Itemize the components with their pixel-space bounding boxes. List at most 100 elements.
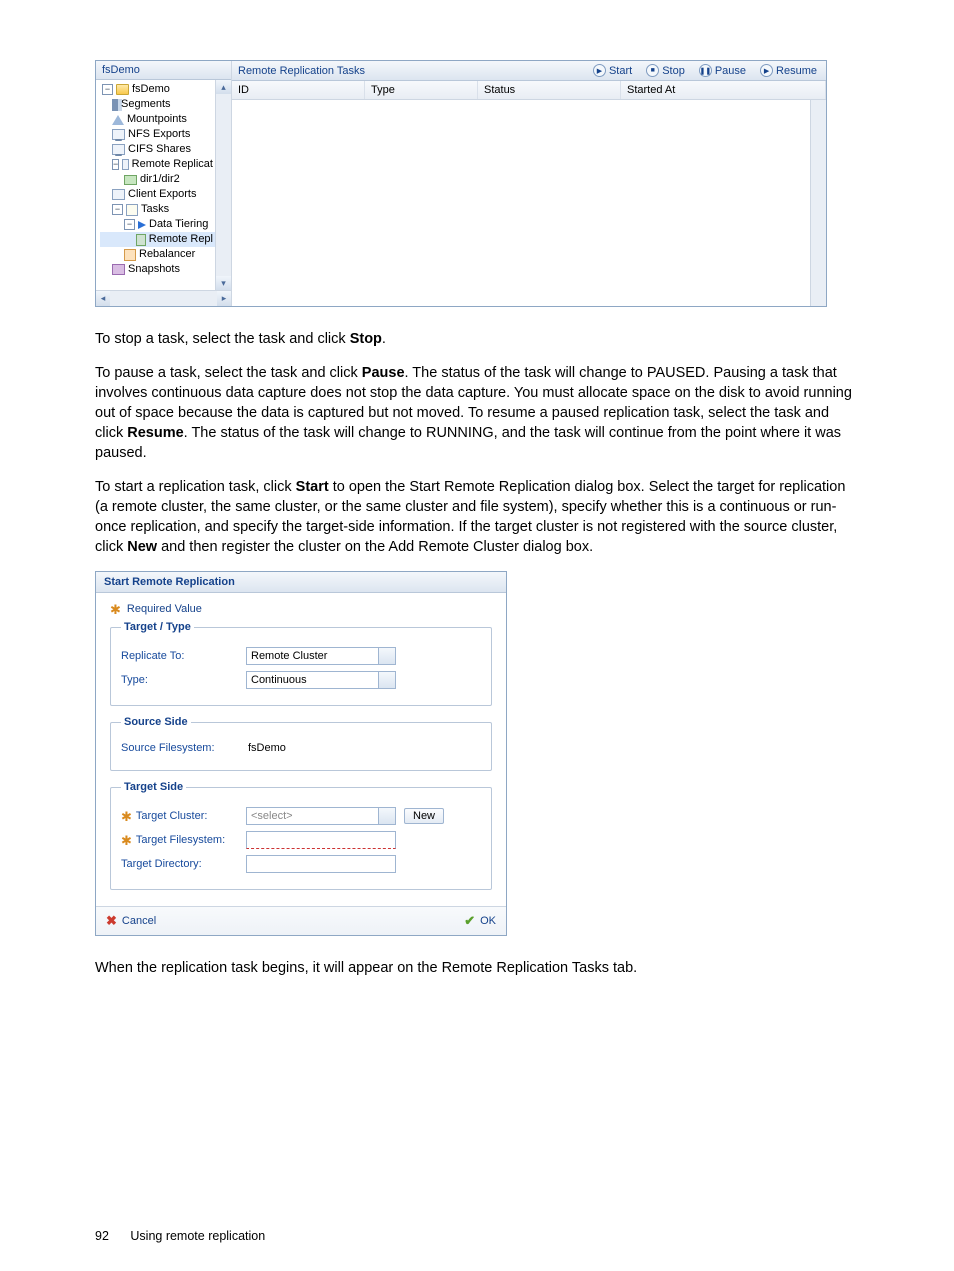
dialog-footer: ✖Cancel ✔OK [96,906,506,935]
target-fs-input[interactable] [246,831,396,849]
grid-vertical-scrollbar[interactable] [810,100,826,306]
replicate-to-select[interactable]: Remote Cluster [246,647,396,665]
target-dir-input[interactable] [246,855,396,873]
tree-label: Segments [121,97,171,112]
tree-label: Data Tiering [149,217,208,232]
page-footer: 92 Using remote replication [95,1229,265,1243]
tree-node-data-tiering[interactable]: −Data Tiering [100,217,215,232]
section-legend: Source Side [121,716,191,728]
chevron-down-icon [383,813,391,818]
footer-section: Using remote replication [130,1229,265,1243]
tasks-grid [232,100,826,306]
col-id[interactable]: ID [232,81,365,99]
tree-node-root[interactable]: −fsDemo [100,82,215,97]
tree-node-remote-repl[interactable]: Remote Repl [100,232,215,247]
paragraph: To start a replication task, click Start… [95,477,859,557]
tree-node-segments[interactable]: Segments [100,97,215,112]
tree-node-remote-replicat[interactable]: −Remote Replicat [100,157,215,172]
button-label: Resume [776,65,817,77]
tasks-toolbar: Remote Replication Tasks ▶Start ■Stop ❚❚… [232,61,826,81]
pause-button[interactable]: ❚❚Pause [696,63,749,78]
tree-label: Remote Repl [149,232,213,247]
paragraph: When the replication task begins, it wil… [95,958,859,978]
type-label: Type: [121,674,246,686]
new-button[interactable]: New [404,808,444,824]
required-value-legend: ✱ Required Value [110,603,492,615]
ok-button[interactable]: ✔OK [464,913,496,929]
pause-icon: ❚❚ [699,64,712,77]
tree-vertical-scrollbar[interactable]: ▴ ▾ [215,80,231,290]
tree-label: fsDemo [132,82,170,97]
tree-node-snapshots[interactable]: Snapshots [100,262,215,277]
col-type[interactable]: Type [365,81,478,99]
tasks-column-headers: ID Type Status Started At [232,81,826,100]
col-status[interactable]: Status [478,81,621,99]
required-star-icon: ✱ [121,835,132,846]
tree-label: dir1/dir2 [140,172,180,187]
source-side-section: Source Side Source Filesystem: fsDemo [110,716,492,771]
section-legend: Target Side [121,781,186,793]
replication-tasks-panel: fsDemo −fsDemo Segments Mountpoints NFS … [95,60,827,307]
tree-label: Tasks [141,202,169,217]
tree-node-nfs-exports[interactable]: NFS Exports [100,127,215,142]
button-label: Pause [715,65,746,77]
tree-label: Mountpoints [127,112,187,127]
replicate-to-label: Replicate To: [121,650,246,662]
paragraph: To stop a task, select the task and clic… [95,329,859,349]
target-dir-label: Target Directory: [121,858,246,870]
target-side-section: Target Side ✱Target Cluster: <select> Ne… [110,781,492,890]
page-number: 92 [95,1229,109,1243]
tree-node-rebalancer[interactable]: Rebalancer [100,247,215,262]
start-button[interactable]: ▶Start [590,63,635,78]
tree-label: NFS Exports [128,127,190,142]
scroll-down-icon[interactable]: ▾ [216,276,231,290]
resume-button[interactable]: ▶Resume [757,63,820,78]
tree-horizontal-scrollbar[interactable]: ◂ ▸ [96,290,231,306]
type-select[interactable]: Continuous [246,671,396,689]
target-cluster-select[interactable]: <select> [246,807,396,825]
check-icon: ✔ [464,913,475,929]
source-fs-label: Source Filesystem: [121,742,246,754]
tree-label: Snapshots [128,262,180,277]
scroll-up-icon[interactable]: ▴ [216,80,231,94]
scroll-left-icon[interactable]: ◂ [96,291,110,306]
tasks-grid-panel: Remote Replication Tasks ▶Start ■Stop ❚❚… [232,61,826,306]
tree-node-cifs-shares[interactable]: CIFS Shares [100,142,215,157]
body-copy-2: When the replication task begins, it wil… [95,958,859,978]
tree-node-tasks[interactable]: −Tasks [100,202,215,217]
tree-panel: fsDemo −fsDemo Segments Mountpoints NFS … [96,61,232,306]
play-icon: ▶ [593,64,606,77]
target-type-section: Target / Type Replicate To: Remote Clust… [110,621,492,706]
chevron-down-icon [383,653,391,658]
required-star-icon: ✱ [110,604,121,615]
tree-node-mountpoints[interactable]: Mountpoints [100,112,215,127]
col-started-at[interactable]: Started At [621,81,826,99]
play-icon: ▶ [760,64,773,77]
tree-label: Remote Replicat [132,157,213,172]
tree-header: fsDemo [96,61,231,80]
close-icon: ✖ [106,913,117,929]
button-label: Stop [662,65,685,77]
required-star-icon: ✱ [121,811,132,822]
paragraph: To pause a task, select the task and cli… [95,363,859,463]
source-fs-value: fsDemo [246,742,286,754]
tree: −fsDemo Segments Mountpoints NFS Exports… [96,80,215,290]
section-legend: Target / Type [121,621,194,633]
body-copy: To stop a task, select the task and clic… [95,329,859,557]
start-remote-replication-dialog: Start Remote Replication ✱ Required Valu… [95,571,507,936]
tree-node-dir1-dir2[interactable]: dir1/dir2 [100,172,215,187]
tree-label: Rebalancer [139,247,195,262]
chevron-down-icon [383,677,391,682]
tree-label: Client Exports [128,187,196,202]
button-label: Start [609,65,632,77]
dialog-title: Start Remote Replication [96,572,506,593]
stop-icon: ■ [646,64,659,77]
stop-button[interactable]: ■Stop [643,63,688,78]
tree-node-client-exports[interactable]: Client Exports [100,187,215,202]
cancel-button[interactable]: ✖Cancel [106,913,156,929]
tree-label: CIFS Shares [128,142,191,157]
target-fs-label: ✱Target Filesystem: [121,834,246,846]
target-cluster-label: ✱Target Cluster: [121,810,246,822]
scroll-right-icon[interactable]: ▸ [217,291,231,306]
toolbar-title: Remote Replication Tasks [238,65,582,77]
